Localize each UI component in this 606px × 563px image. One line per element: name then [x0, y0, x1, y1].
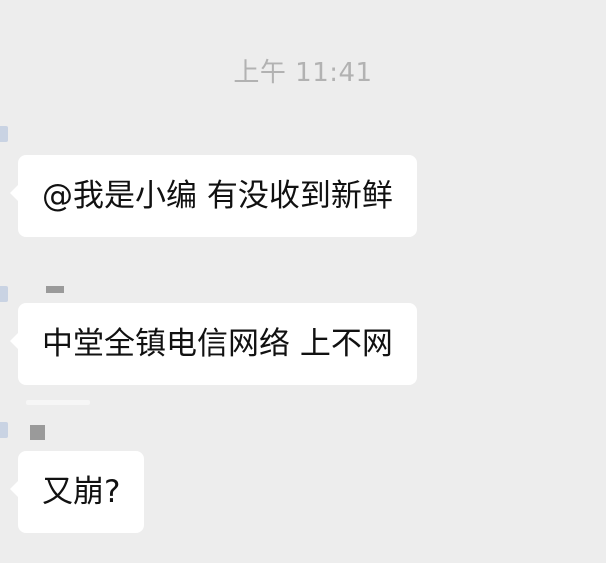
message-bubble[interactable]: 又崩? — [9, 451, 145, 533]
sender-avatar[interactable] — [0, 286, 8, 302]
message-text: 中堂全镇电信网络 上不网 — [42, 326, 393, 362]
message-text: 又崩? — [42, 474, 121, 510]
message-timestamp: 上午 11:41 — [233, 58, 373, 88]
divider — [26, 400, 90, 405]
sender-avatar[interactable] — [0, 422, 8, 438]
message-bubble[interactable]: @我是小编 有没收到新鲜 — [10, 155, 417, 237]
message-bubble[interactable]: 中堂全镇电信网络 上不网 — [10, 303, 417, 385]
sender-name — [46, 286, 64, 293]
sender-avatar[interactable] — [0, 126, 8, 142]
sender-name — [30, 425, 45, 440]
message-text: @我是小编 有没收到新鲜 — [42, 178, 393, 214]
chat-area: 上午 11:41 @我是小编 有没收到新鲜 中堂全镇电信网络 上不网 又崩? — [0, 0, 606, 563]
